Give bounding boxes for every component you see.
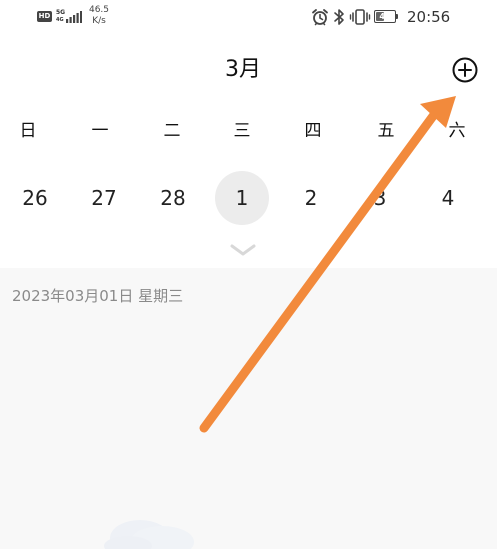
date-cell[interactable]: 4 <box>421 171 475 225</box>
network-speed-value: 46.5 <box>88 5 110 15</box>
chevron-down-icon <box>230 244 256 256</box>
plus-circle-icon <box>452 57 478 83</box>
signal-indicator: 5G 4G <box>56 9 84 25</box>
status-bar: HD 5G 4G 46.5 K/s 44 20:56 <box>0 0 497 34</box>
weekday-header: 日 一 二 三 四 五 六 <box>0 117 497 145</box>
day-content-area: 2023年03月01日 星期三 <box>0 268 497 549</box>
hd-badge: HD <box>37 11 52 22</box>
signal-5g-label: 5G <box>56 9 66 16</box>
weekday-tue: 二 <box>163 121 181 141</box>
network-speed-unit: K/s <box>92 16 106 26</box>
expand-calendar-button[interactable] <box>229 242 257 258</box>
date-cell[interactable]: 2 <box>284 171 338 225</box>
alarm-icon <box>312 9 328 26</box>
weekday-sun: 日 <box>19 121 37 141</box>
network-speed: 46.5 K/s <box>88 5 110 27</box>
bluetooth-icon <box>334 9 344 25</box>
signal-bars-icon <box>66 11 82 23</box>
selected-date-label: 2023年03月01日 星期三 <box>12 287 184 305</box>
date-cell-selected[interactable]: 1 <box>215 171 269 225</box>
weekday-sat: 六 <box>448 121 466 141</box>
week-dates: 26 27 28 1 2 3 4 <box>0 171 497 225</box>
date-cell[interactable]: 3 <box>353 171 407 225</box>
add-event-button[interactable] <box>451 56 479 84</box>
date-cell[interactable]: 26 <box>8 171 62 225</box>
date-cell[interactable]: 27 <box>77 171 131 225</box>
weekday-wed: 三 <box>233 121 251 141</box>
month-title[interactable]: 3月 <box>198 56 288 84</box>
status-time: 20:56 <box>407 8 451 26</box>
vibrate-icon <box>349 9 371 25</box>
date-cell[interactable]: 28 <box>146 171 200 225</box>
signal-4g-label: 4G <box>56 17 64 23</box>
cloud-illustration <box>104 520 194 549</box>
battery-level: 44 <box>379 12 391 21</box>
weekday-mon: 一 <box>91 121 109 141</box>
battery-icon: 44 <box>374 10 400 23</box>
weekday-thu: 四 <box>304 121 322 141</box>
weekday-fri: 五 <box>377 121 395 141</box>
